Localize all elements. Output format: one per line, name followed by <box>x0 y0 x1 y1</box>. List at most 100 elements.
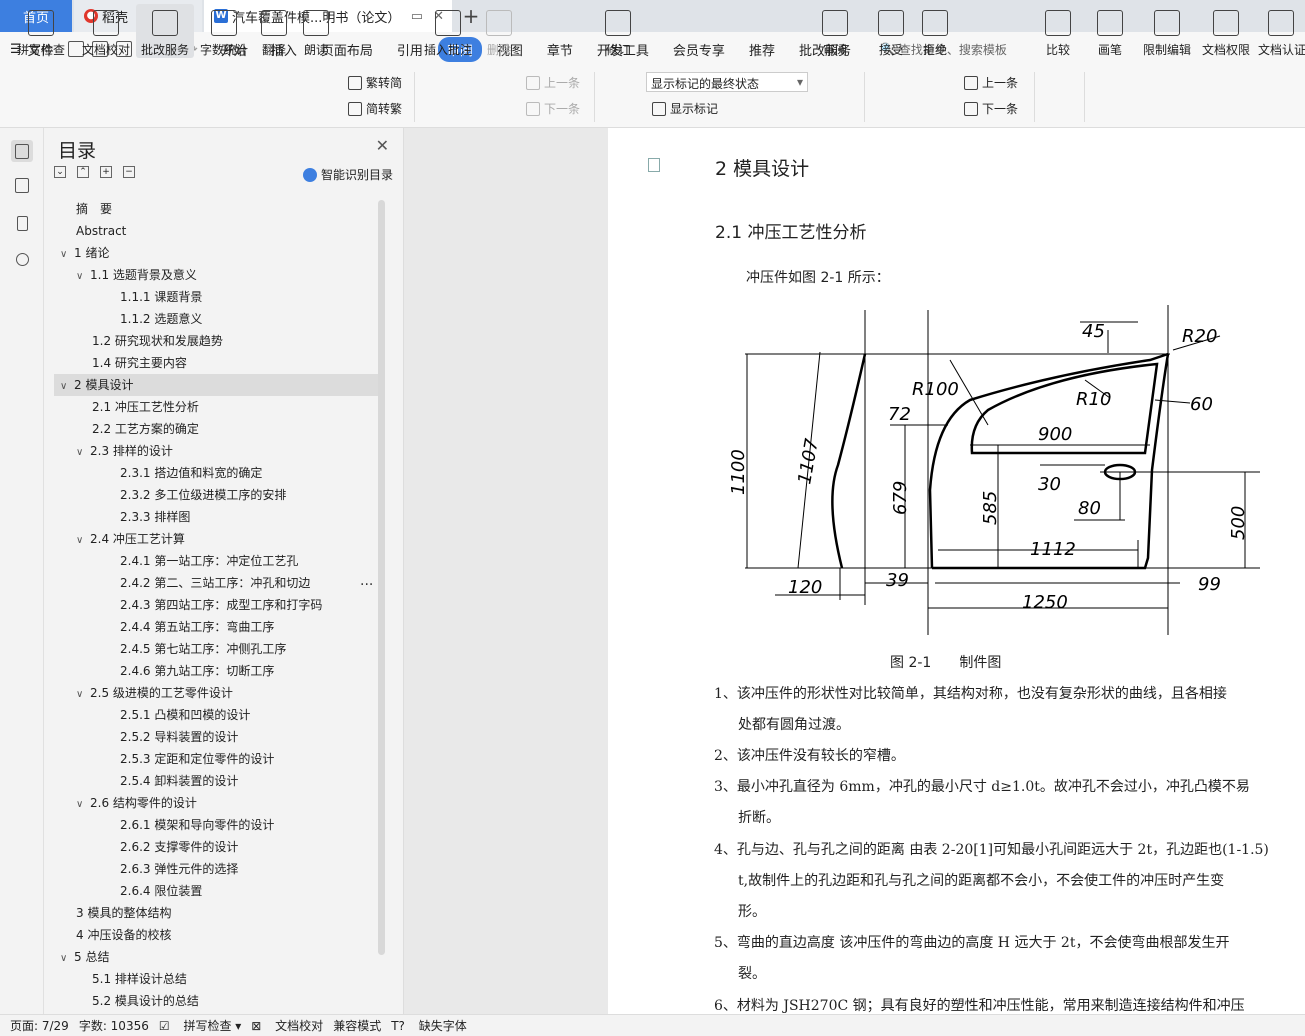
toc-item-label: 1.2 研究现状和发展趋势 <box>92 334 223 348</box>
remove-heading-icon[interactable]: − <box>123 166 135 178</box>
add-heading-icon[interactable]: + <box>100 166 112 178</box>
next-comment-button[interactable]: 下一条 <box>526 100 580 117</box>
read-aloud-button[interactable]: 朗读 <box>298 4 334 58</box>
toc-item[interactable]: 1.4 研究主要内容 <box>54 352 379 374</box>
menu-item[interactable]: 章节 <box>538 37 582 62</box>
menu-item[interactable]: 推荐 <box>740 37 784 62</box>
restrict-edit-button[interactable]: 限制编辑 <box>1140 4 1194 58</box>
accept-button[interactable]: 接受 <box>872 4 910 58</box>
toc-item-label: 2.3.1 搭边值和料宽的确定 <box>120 466 263 480</box>
toc-item[interactable]: ∨ 1.1 选题背景及意义 <box>54 264 379 286</box>
toc-item[interactable]: ∨ 2.6 结构零件的设计 <box>54 792 379 814</box>
toc-item[interactable]: 1.1.1 课题背景 <box>54 286 379 308</box>
toc-item[interactable]: 1.2 研究现状和发展趋势 <box>54 330 379 352</box>
toc-item[interactable]: 5.1 排样设计总结 <box>54 968 379 990</box>
chevron-down-icon: ▾ <box>796 75 803 89</box>
prev-comment-label: 上一条 <box>544 76 581 90</box>
toc-item[interactable]: ∨ 1 绪论 <box>54 242 379 264</box>
smart-toc-button[interactable]: 智能识别目录 <box>302 166 393 183</box>
heading-2: 2.1 冲压工艺性分析 <box>715 223 867 243</box>
toc-item[interactable]: 2.6.2 支撑零件的设计 <box>54 836 379 858</box>
doc-proof-status[interactable]: ⊠ 文档校对 <box>251 1017 323 1034</box>
paragraph-menu-icon[interactable] <box>648 158 660 172</box>
toc-panel-icon[interactable] <box>11 140 33 162</box>
toc-item[interactable]: ∨ 2.5 级进模的工艺零件设计 <box>54 682 379 704</box>
search-icon[interactable] <box>11 248 33 270</box>
markup-state-select[interactable]: 显示标记的最终状态 ▾ <box>646 72 808 92</box>
toc-item[interactable]: 2.6.4 限位装置 <box>54 880 379 902</box>
toc-item[interactable]: 2.5.2 导料装置的设计 <box>54 726 379 748</box>
toc-item[interactable]: 2.1 冲压工艺性分析 <box>54 396 379 418</box>
toc-item[interactable]: ∨ 5 总结 <box>54 946 379 968</box>
toc-item[interactable]: 2.6.1 模架和导向零件的设计 <box>54 814 379 836</box>
collapse-all-icon[interactable]: ⌃ <box>77 166 89 178</box>
toc-item[interactable]: 5.2 模具设计的总结 <box>54 990 379 1008</box>
word-count-button[interactable]: 字数统计 <box>198 4 250 58</box>
toc-item[interactable]: 2.5.4 卸料装置的设计 <box>54 770 379 792</box>
body-line: 形。 <box>738 904 766 920</box>
toc-item[interactable]: 2.4.3 第四站工序：成型工序和打字码 <box>54 594 379 616</box>
word-count-indicator[interactable]: 字数: 10356 <box>79 1017 149 1034</box>
expand-all-icon[interactable]: ⌄ <box>54 166 66 178</box>
toc-item[interactable]: 1.1.2 选题意义 <box>54 308 379 330</box>
lock-icon <box>1154 10 1180 36</box>
chevron-down-icon[interactable]: ∨ <box>76 794 90 816</box>
toc-item[interactable]: 2.5.1 凸模和凹模的设计 <box>54 704 379 726</box>
toc-item[interactable]: 摘 要 <box>54 198 379 220</box>
toc-item[interactable]: ∨ 2 模具设计 <box>54 374 379 396</box>
spell-check-button[interactable]: 拼写检查 <box>10 4 72 58</box>
toc-item[interactable]: 2.3.1 搭边值和料宽的确定 <box>54 462 379 484</box>
chevron-down-icon[interactable]: ∨ <box>60 376 74 398</box>
next-change-button[interactable]: 下一条 <box>964 100 1018 117</box>
toc-item[interactable]: 2.5.3 定距和定位零件的设计 <box>54 748 379 770</box>
more-icon[interactable]: ··· <box>360 577 373 593</box>
spell-check-status[interactable]: ☑ 拼写检查 ▾ <box>159 1017 241 1034</box>
chevron-down-icon[interactable]: ∨ <box>76 530 90 552</box>
compare-button[interactable]: 比较 <box>1040 4 1076 58</box>
show-markup-button[interactable]: 显示标记 <box>652 100 718 117</box>
chevron-down-icon[interactable]: ∨ <box>76 684 90 706</box>
toc-item-label: 1.1.2 选题意义 <box>120 312 203 326</box>
prev-change-button[interactable]: 上一条 <box>964 74 1018 91</box>
toc-scrollbar[interactable] <box>378 200 385 955</box>
close-icon[interactable]: ✕ <box>376 136 389 155</box>
chapter-nav-icon[interactable] <box>11 174 33 196</box>
toc-item[interactable]: 2.2 工艺方案的确定 <box>54 418 379 440</box>
toc-item[interactable]: 2.3.3 排样图 <box>54 506 379 528</box>
menu-item[interactable]: 会员专享 <box>664 37 734 62</box>
pen-button[interactable]: 画笔 <box>1092 4 1128 58</box>
bookmark-icon[interactable] <box>11 212 33 234</box>
correct-service-button[interactable]: 批改服务 <box>136 4 194 58</box>
toc-item[interactable]: ∨ 2.4 冲压工艺计算 <box>54 528 379 550</box>
toc-item[interactable]: ∨ 2.3 排样的设计 <box>54 440 379 462</box>
toc-item[interactable]: 2.4.1 第一站工序：冲定位工艺孔 <box>54 550 379 572</box>
toc-item[interactable]: 2.4.4 第五站工序：弯曲工序 <box>54 616 379 638</box>
toc-item[interactable]: 3 模具的整体结构 <box>54 902 379 924</box>
simp-to-trad-button[interactable]: 简转繁 <box>348 100 402 117</box>
doc-proof-button[interactable]: 文档校对 <box>78 4 134 58</box>
toc-item[interactable]: Abstract <box>54 220 379 242</box>
page-indicator[interactable]: 页面: 7/29 <box>10 1017 69 1034</box>
toc-item[interactable]: 2.4.2 第二、三站工序：冲孔和切边 <box>54 572 379 594</box>
review-pane-button[interactable]: 审阅 <box>816 4 854 58</box>
compat-mode-status[interactable]: 兼容模式 <box>333 1017 381 1034</box>
missing-font-status[interactable]: T? 缺失字体 <box>391 1017 467 1034</box>
toc-item[interactable]: 2.3.2 多工位级进模工序的安排 <box>54 484 379 506</box>
toc-item[interactable]: 2.6.3 弹性元件的选择 <box>54 858 379 880</box>
insert-comment-button[interactable]: 插入批注 <box>422 4 474 58</box>
translate-button[interactable]: 翻译 <box>256 4 292 58</box>
chevron-down-icon[interactable]: ∨ <box>60 244 74 266</box>
trad-to-simp-button[interactable]: 繁转简 <box>348 74 402 91</box>
reject-button[interactable]: 拒绝 <box>916 4 954 58</box>
toc-item[interactable]: 4 冲压设备的校核 <box>54 924 379 946</box>
toc-item[interactable]: 2.4.5 第七站工序：冲侧孔工序 <box>54 638 379 660</box>
doc-permission-button[interactable]: 文档权限 <box>1200 4 1252 58</box>
delete-comment-button[interactable]: 删除 <box>480 4 518 58</box>
prev-comment-button[interactable]: 上一条 <box>526 74 580 91</box>
chevron-down-icon[interactable]: ∨ <box>76 442 90 464</box>
doc-certify-button[interactable]: 文档认证 <box>1258 4 1305 58</box>
revise-button[interactable]: 修订 <box>600 4 636 58</box>
chevron-down-icon[interactable]: ∨ <box>60 948 74 970</box>
toc-item[interactable]: 2.4.6 第九站工序：切断工序 <box>54 660 379 682</box>
chevron-down-icon[interactable]: ∨ <box>76 266 90 288</box>
